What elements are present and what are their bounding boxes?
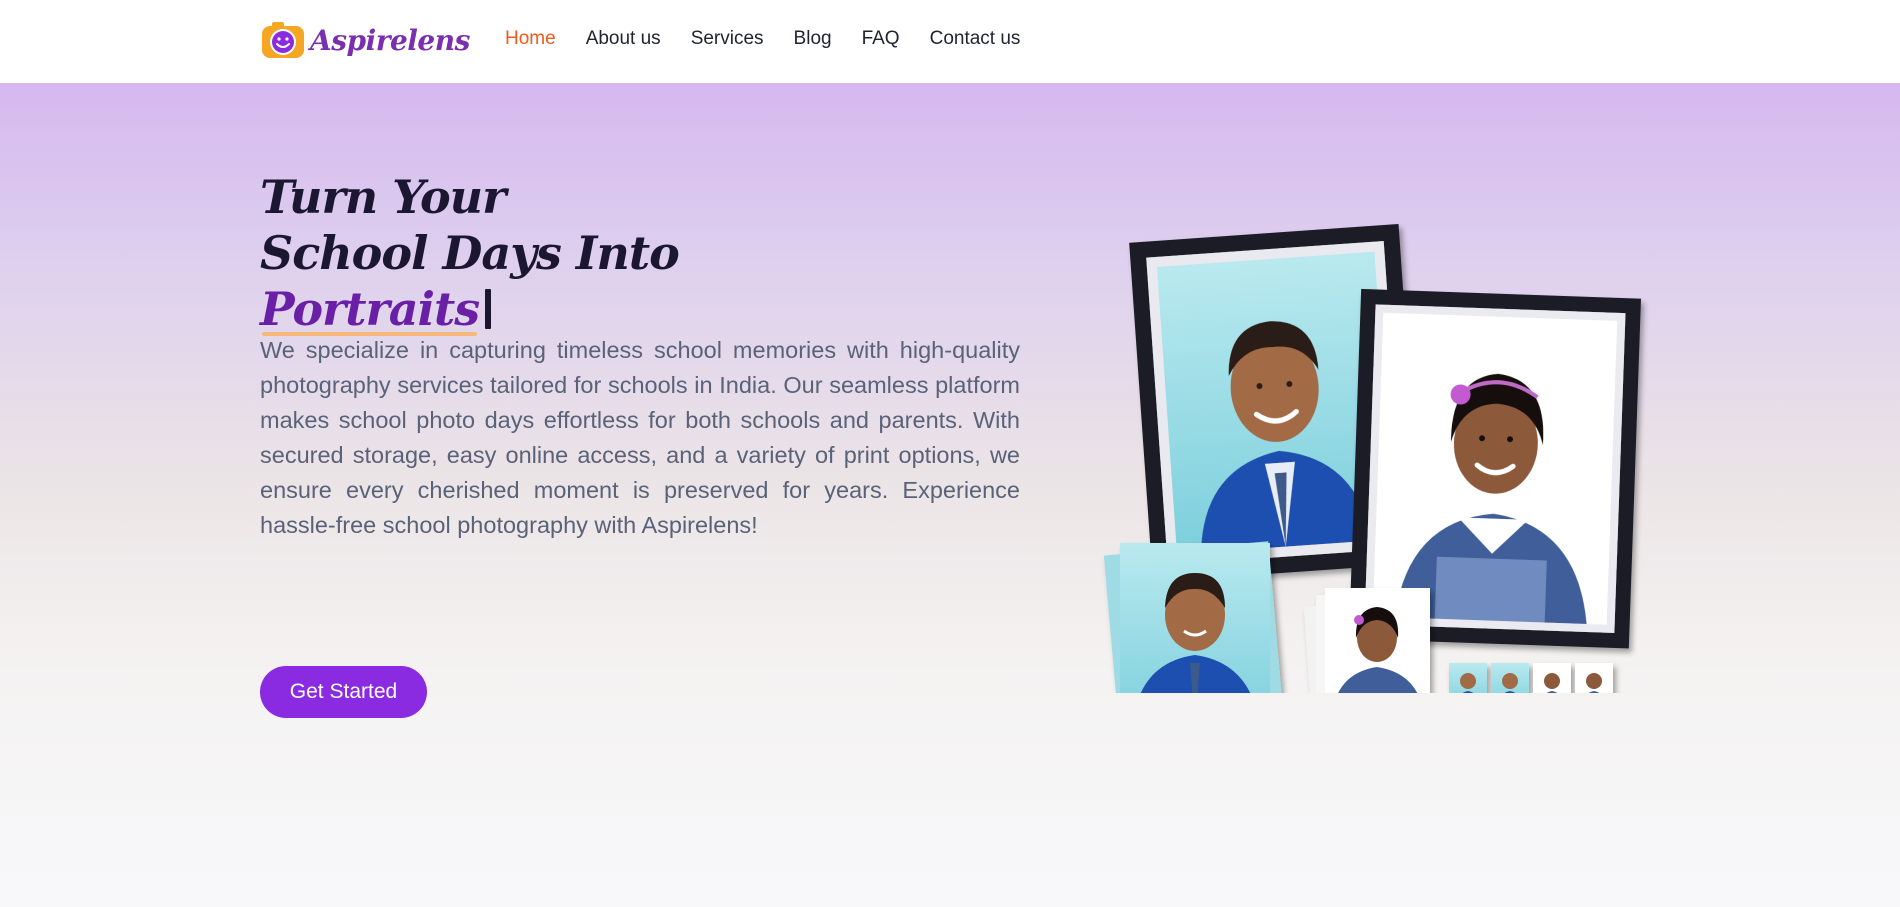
nav-blog-link[interactable]: Blog: [794, 28, 832, 50]
nav-contact-link[interactable]: Contact us: [930, 28, 1021, 50]
hero-section: Turn Your School Days Into Portraits We …: [0, 83, 1900, 907]
passport-photo-grid: [1449, 663, 1613, 693]
smiling-camera-icon: [262, 22, 304, 58]
headline-line-2: School Days Into: [260, 226, 680, 280]
hero-headline: Turn Your School Days Into Portraits: [260, 169, 880, 337]
text-cursor-bar: [485, 289, 492, 329]
logo-link[interactable]: Aspirelens: [260, 20, 470, 60]
nav-faq-link[interactable]: FAQ: [862, 28, 900, 50]
headline-highlight: Portraits: [260, 282, 480, 336]
brand-name: Aspirelens: [310, 23, 470, 57]
hero-description: We specialize in capturing timeless scho…: [260, 337, 1020, 538]
school-portrait-prints-collage: [1080, 133, 1660, 693]
main-nav: Home About us Services Blog FAQ Contact …: [505, 28, 1020, 50]
get-started-button[interactable]: Get Started: [260, 666, 427, 718]
portrait-collage-graphic: [1103, 223, 1642, 693]
nav-services-link[interactable]: Services: [691, 28, 764, 50]
nav-home-link[interactable]: Home: [505, 28, 556, 50]
nav-about-link[interactable]: About us: [586, 28, 661, 50]
headline-line-1: Turn Your: [260, 170, 506, 224]
site-header: Aspirelens Home About us Services Blog F…: [0, 0, 1900, 83]
